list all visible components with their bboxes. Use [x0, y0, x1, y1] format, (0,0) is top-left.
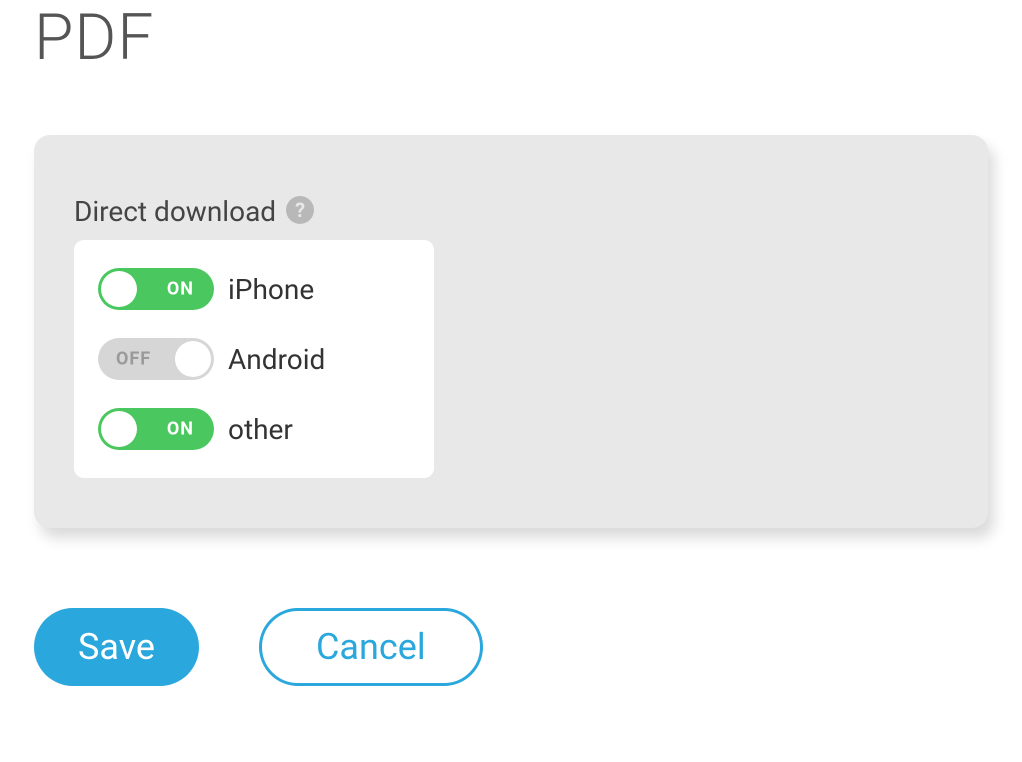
toggle-label-other: other [228, 413, 293, 446]
help-icon[interactable]: ? [286, 196, 314, 224]
save-button[interactable]: Save [34, 608, 199, 686]
toggle-knob [101, 271, 137, 307]
toggle-android[interactable]: OFF [98, 338, 214, 380]
section-label: Direct download [74, 195, 276, 228]
toggle-knob [101, 411, 137, 447]
settings-card: Direct download ? ON iPhone OFF Android … [34, 135, 988, 528]
toggle-row-iphone: ON iPhone [98, 268, 410, 310]
section-header: Direct download ? [74, 195, 988, 228]
toggle-row-other: ON other [98, 408, 410, 450]
toggle-other[interactable]: ON [98, 408, 214, 450]
toggle-row-android: OFF Android [98, 338, 410, 380]
toggle-panel: ON iPhone OFF Android ON other [74, 240, 434, 478]
button-row: Save Cancel [34, 608, 1022, 686]
toggle-label-iphone: iPhone [228, 273, 314, 306]
toggle-state-label: ON [167, 419, 194, 440]
toggle-state-label: ON [167, 279, 194, 300]
page-title: PDF [34, 0, 1022, 75]
toggle-knob [175, 341, 211, 377]
toggle-iphone[interactable]: ON [98, 268, 214, 310]
toggle-label-android: Android [228, 343, 325, 376]
cancel-button[interactable]: Cancel [259, 608, 483, 686]
toggle-state-label: OFF [116, 349, 151, 370]
